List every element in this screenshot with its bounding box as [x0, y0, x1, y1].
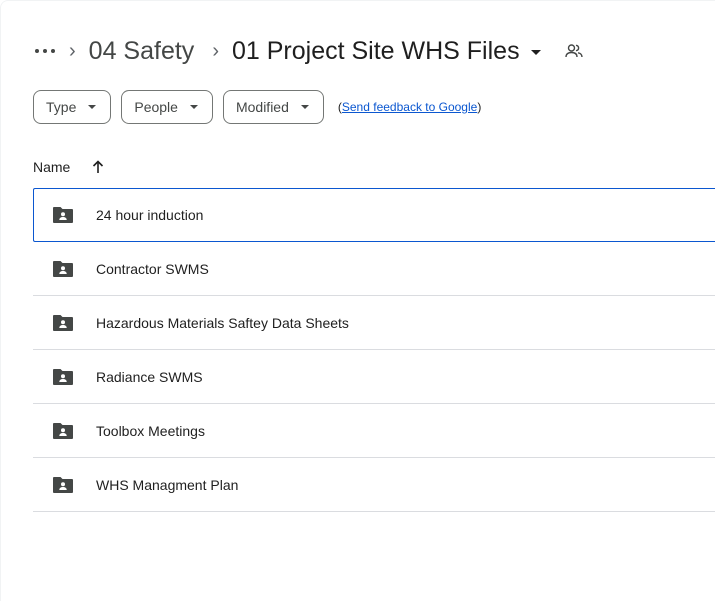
- filter-bar: Type People Modified (Send feedback to G…: [33, 90, 481, 124]
- shared-folder-icon: [52, 368, 76, 386]
- modified-filter-chip[interactable]: Modified: [222, 90, 324, 124]
- caret-down-icon: [530, 50, 541, 55]
- more-horiz-icon: [35, 49, 55, 53]
- table-row[interactable]: WHS Managment Plan: [33, 458, 715, 512]
- caret-down-icon: [189, 105, 198, 109]
- send-feedback-link[interactable]: Send feedback to Google: [342, 100, 477, 114]
- breadcrumb-current-folder[interactable]: 01 Project Site WHS Files: [231, 36, 541, 65]
- table-row[interactable]: Radiance SWMS: [33, 350, 715, 404]
- shared-people-button[interactable]: [564, 43, 583, 59]
- shared-folder-icon: [52, 422, 76, 440]
- type-filter-label: Type: [46, 99, 77, 115]
- breadcrumb-item-04-safety[interactable]: 04 Safety: [89, 38, 195, 64]
- folder-name: 24 hour induction: [96, 207, 204, 223]
- file-list: 24 hour induction Contractor SWMS Hazard…: [33, 188, 715, 512]
- column-header: Name: [33, 155, 104, 179]
- shared-folder-icon: [52, 476, 76, 494]
- breadcrumb-more-button[interactable]: [31, 37, 59, 65]
- name-column-header[interactable]: Name: [33, 159, 70, 175]
- shared-folder-icon: [52, 206, 76, 224]
- feedback-close-paren: ): [477, 100, 482, 114]
- people-icon: [564, 44, 583, 58]
- table-row[interactable]: Toolbox Meetings: [33, 404, 715, 458]
- type-filter-chip[interactable]: Type: [33, 90, 112, 124]
- folder-name: Toolbox Meetings: [96, 422, 205, 439]
- table-row[interactable]: Hazardous Materials Saftey Data Sheets: [33, 296, 715, 350]
- folder-name: Radiance SWMS: [96, 368, 203, 385]
- chevron-right-icon: ›: [212, 40, 219, 62]
- folder-name: Contractor SWMS: [96, 260, 209, 277]
- folder-name: Hazardous Materials Saftey Data Sheets: [96, 314, 349, 331]
- table-row[interactable]: 24 hour induction: [33, 188, 715, 242]
- arrow-up-icon: [93, 160, 104, 173]
- shared-folder-icon: [52, 260, 76, 278]
- chevron-right-icon: ›: [69, 40, 76, 62]
- people-filter-chip[interactable]: People: [121, 90, 213, 124]
- feedback-text: (Send feedback to Google): [338, 100, 481, 114]
- breadcrumb: › 04 Safety › 01 Project Site WHS Files: [31, 31, 583, 71]
- sort-button[interactable]: [92, 160, 104, 174]
- people-filter-label: People: [134, 99, 178, 115]
- shared-folder-icon: [52, 314, 76, 332]
- table-row[interactable]: Contractor SWMS: [33, 242, 715, 296]
- drive-folder-view: › 04 Safety › 01 Project Site WHS Files …: [0, 0, 715, 601]
- caret-down-icon: [300, 105, 309, 109]
- folder-name: WHS Managment Plan: [96, 476, 239, 493]
- caret-down-icon: [88, 105, 97, 109]
- current-folder-title: 01 Project Site WHS Files: [231, 36, 520, 65]
- modified-filter-label: Modified: [235, 99, 289, 115]
